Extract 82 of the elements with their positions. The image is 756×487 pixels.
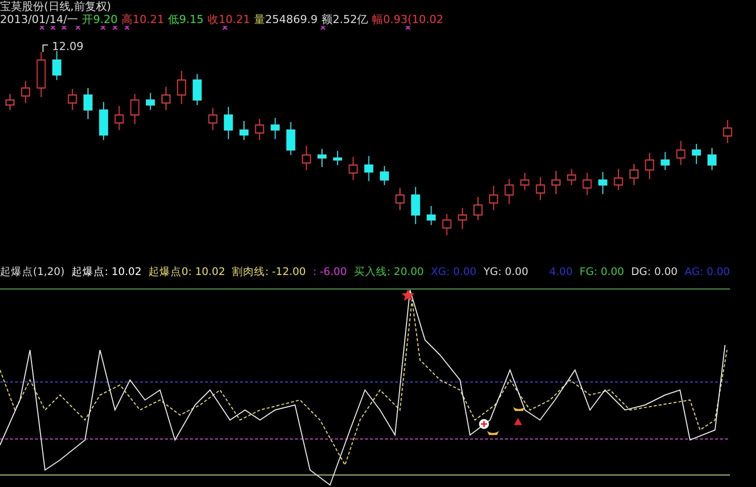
candlestick: [364, 156, 374, 182]
quote-value: 0.93(10.02: [383, 13, 444, 26]
quote-value: 9.20: [93, 13, 118, 26]
candlestick: [442, 214, 452, 236]
candlestick: [6, 94, 14, 110]
indicator-readout: FG: 0.00: [580, 266, 624, 278]
candlestick: [192, 74, 202, 106]
candlestick: [676, 140, 686, 166]
candlestick: [333, 150, 342, 166]
candlestick: [582, 172, 592, 196]
candlestick: [52, 50, 62, 80]
candlestick: [224, 106, 233, 140]
quote-label: 幅: [372, 13, 384, 26]
candlestick: [36, 52, 46, 98]
candlestick: [208, 108, 218, 130]
quote-label: 额: [322, 13, 333, 26]
plus-circle-icon: [479, 419, 489, 429]
candlestick: [302, 146, 311, 170]
quote-date: 2013/01/14/一: [0, 13, 78, 26]
candlestick: [598, 172, 608, 194]
candlestick: [130, 94, 140, 124]
triangle-icon: [514, 418, 522, 425]
quote-label: 开: [82, 13, 94, 26]
quote-label: 量: [254, 13, 266, 26]
candlestick: [474, 196, 482, 220]
candlestick: [520, 172, 530, 190]
candlestick: [68, 88, 77, 110]
candlestick: [708, 148, 716, 170]
candlestick: [660, 152, 670, 170]
candlestick: [21, 80, 30, 104]
candlestick: [380, 166, 389, 186]
stock-title: 宝莫股份(日线,前复权): [0, 0, 112, 13]
candlestick: [504, 178, 514, 204]
candlestick: [114, 106, 124, 130]
candlestick: [567, 168, 576, 186]
quote-value: 254869.9: [265, 13, 318, 26]
indicator-readout: 起爆点: 10.02: [72, 265, 142, 279]
quote-value: 10.21: [218, 13, 250, 26]
indicator-readout: 4.00: [549, 266, 573, 278]
candlestick: [552, 170, 560, 194]
indicator-readout: : -6.00: [312, 266, 347, 278]
candlestick: [240, 120, 248, 140]
candlestick: [270, 118, 280, 140]
quote-label: 低: [168, 13, 180, 26]
ingot-icon: [513, 407, 525, 411]
candlestick: [411, 186, 420, 224]
candlestick: [318, 148, 326, 168]
candlestick: [536, 176, 545, 200]
candlestick: [458, 208, 467, 230]
leader-line: [42, 44, 48, 52]
star-icon: [402, 289, 414, 301]
candlestick: [645, 152, 654, 180]
ingot-icon: [487, 431, 499, 435]
candlestick: [692, 144, 701, 164]
candlestick: [614, 168, 623, 190]
candlestick: [396, 188, 404, 210]
candlestick: [286, 122, 296, 156]
indicator-readout: 买入线: 20.00: [354, 265, 424, 279]
candlestick: [99, 102, 108, 140]
price-label: 12.09: [52, 40, 84, 53]
candlestick: [84, 88, 92, 120]
indicator-readout: YG: 0.00: [483, 266, 528, 278]
indicator-readout: AG: 0.00: [684, 266, 730, 278]
candlestick: [348, 156, 358, 180]
quote-label: 收: [208, 13, 219, 26]
candlestick: [255, 118, 264, 140]
indicator-readout: XG: 0.00: [430, 266, 476, 278]
candlestick: [489, 186, 498, 210]
candlestick: [162, 86, 170, 110]
indicator-readout: 起爆点0: 10.02: [148, 265, 226, 279]
quote-value: 2.52亿: [332, 13, 368, 26]
candlestick: [723, 120, 732, 144]
quote-label: 高: [122, 13, 133, 26]
candlestick: [146, 92, 155, 110]
indicator-readout: 起爆点(1,20): [0, 265, 65, 279]
candlestick: [630, 164, 638, 186]
candlestick: [177, 70, 186, 104]
quote-value: 9.15: [179, 13, 204, 26]
quote-value: 10.21: [132, 13, 164, 26]
candlestick: [426, 206, 436, 226]
indicator-readout: DG: 0.00: [631, 266, 678, 278]
indicator-readout: 割肉线: -12.00: [232, 265, 306, 279]
